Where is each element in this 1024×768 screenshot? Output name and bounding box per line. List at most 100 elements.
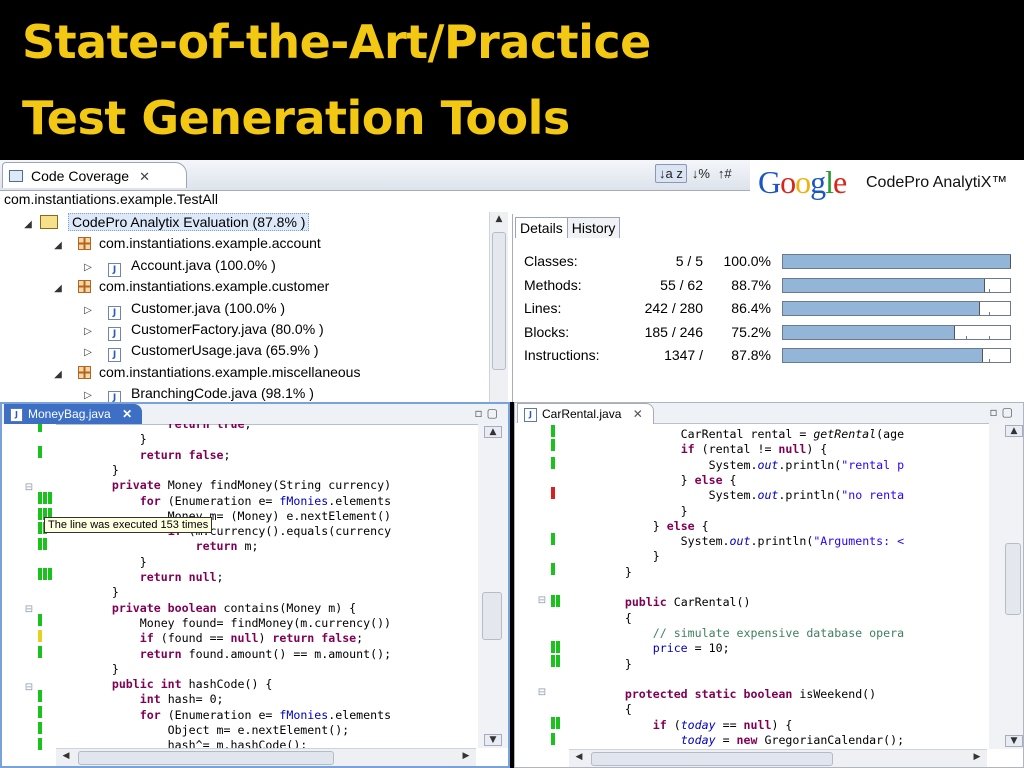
- tree-item[interactable]: ◢CodePro Analytix Evaluation (87.8% ): [22, 212, 309, 233]
- code-line: System.out.println("rental p: [569, 458, 904, 473]
- coverage-toolbar: ↓a z↓%↑#: [655, 164, 737, 183]
- tree-item[interactable]: ▷JAccount.java (100.0% ): [82, 255, 276, 276]
- sort-percent-button[interactable]: ↓%: [689, 165, 713, 182]
- metric-count: 5 / 5: [676, 250, 703, 273]
- metric-progress-bar: [782, 254, 1011, 269]
- fold-toggle-icon[interactable]: ⊟: [24, 482, 34, 493]
- coverage-marker: [38, 722, 42, 734]
- coverage-marker: [43, 568, 47, 580]
- execution-count-tooltip: The line was executed 153 times: [44, 517, 212, 533]
- tab-code-coverage[interactable]: Code Coverage✕: [2, 162, 187, 188]
- scroll-up-icon[interactable]: ▲: [484, 426, 502, 438]
- scroll-down-icon[interactable]: ▼: [1005, 735, 1023, 747]
- slide-title-line2: Test Generation Tools: [22, 80, 651, 156]
- expanded-twisty-icon[interactable]: ◢: [52, 278, 64, 299]
- fold-toggle-icon[interactable]: ⊟: [24, 604, 34, 615]
- fold-toggle-icon[interactable]: ⊟: [24, 682, 34, 693]
- tree-item[interactable]: ▷JCustomer.java (100.0% ): [82, 298, 285, 319]
- details-pane: DetailsHistory Classes:5 / 5100.0%Method…: [512, 214, 1024, 402]
- tree-item[interactable]: ◢com.instantiations.example.account: [52, 233, 321, 254]
- metric-progress-fill: [783, 349, 983, 362]
- code-line: CarRental rental = getRental(age: [569, 427, 904, 442]
- minimize-maximize-icons[interactable]: ▫▢: [475, 406, 502, 420]
- close-icon[interactable]: ✕: [139, 169, 150, 184]
- coverage-marker: [551, 655, 555, 667]
- code-line: }: [569, 504, 688, 519]
- metric-row: Classes: 5 / 5 100.0%: [513, 250, 1024, 273]
- coverage-gutter: ⊟ ⊟ ⊟: [2, 424, 56, 748]
- coverage-marker: [551, 457, 555, 469]
- tree-item[interactable]: ◢com.instantiations.example.miscellaneou…: [52, 362, 360, 383]
- code-line: return false;: [56, 448, 231, 463]
- branding: Google CodePro AnalytiX™: [750, 160, 1024, 208]
- scroll-right-icon[interactable]: ▶: [458, 751, 474, 761]
- code-line: }: [56, 555, 147, 570]
- editor-hscrollbar[interactable]: ◀ ▶: [56, 748, 476, 766]
- scroll-left-icon[interactable]: ◀: [571, 752, 587, 762]
- scroll-left-icon[interactable]: ◀: [58, 751, 74, 761]
- tree-scrollbar[interactable]: ▲: [489, 212, 508, 402]
- code-line: today = new GregorianCalendar();: [569, 733, 904, 748]
- tree-item[interactable]: ◢com.instantiations.example.customer: [52, 276, 329, 297]
- coverage-marker: [551, 487, 555, 499]
- coverage-marker: [38, 538, 42, 550]
- scroll-right-icon[interactable]: ▶: [969, 752, 985, 762]
- editor-scroll-thumb[interactable]: [1005, 543, 1021, 615]
- code-area[interactable]: CarRental rental = getRental(age if (ren…: [569, 423, 987, 749]
- slide-title-line1: State-of-the-Art/Practice: [22, 4, 651, 80]
- code-line: public CarRental(): [569, 595, 751, 610]
- code-line: {: [569, 702, 632, 717]
- editor-hscroll-thumb[interactable]: [78, 751, 334, 765]
- sort-count-button[interactable]: ↑#: [715, 165, 735, 182]
- editor-vscrollbar[interactable]: ▲ ▼: [478, 424, 508, 748]
- scroll-down-icon[interactable]: ▼: [484, 734, 502, 746]
- sort-alphabetical-button[interactable]: ↓a z: [655, 164, 687, 183]
- metric-row: Lines:242 / 28086.4%: [513, 297, 1024, 320]
- minimize-maximize-icons[interactable]: ▫▢: [990, 405, 1017, 419]
- expanded-twisty-icon[interactable]: ◢: [52, 235, 64, 256]
- editor-scroll-thumb[interactable]: [482, 592, 502, 640]
- editor-hscroll-thumb[interactable]: [591, 752, 833, 766]
- collapsed-twisty-icon[interactable]: ▷: [82, 342, 94, 363]
- editor-hscrollbar[interactable]: ◀ ▶: [569, 749, 987, 767]
- fold-toggle-icon[interactable]: ⊟: [537, 595, 547, 606]
- metric-percent: 87.8%: [731, 344, 771, 367]
- code-line: {: [569, 611, 632, 626]
- collapsed-twisty-icon[interactable]: ▷: [82, 257, 94, 278]
- close-icon[interactable]: ✕: [633, 407, 643, 421]
- metric-label: Classes:: [524, 250, 578, 273]
- scroll-up-icon[interactable]: ▲: [1005, 425, 1023, 437]
- code-line: return null;: [56, 570, 224, 585]
- coverage-marker: [43, 538, 47, 550]
- tab-details[interactable]: Details: [515, 217, 568, 238]
- java-file-icon: J: [524, 408, 537, 422]
- expanded-twisty-icon[interactable]: ◢: [52, 364, 64, 385]
- tree-scroll-thumb[interactable]: [492, 232, 506, 370]
- expanded-twisty-icon[interactable]: ◢: [22, 214, 34, 235]
- coverage-marker: [38, 690, 42, 702]
- editor-tab-label: MoneyBag.java: [28, 407, 111, 421]
- code-line: Object m= e.nextElement();: [56, 723, 349, 738]
- collapsed-twisty-icon[interactable]: ▷: [82, 385, 94, 402]
- tree-item[interactable]: ▷JCustomerFactory.java (80.0% ): [82, 319, 324, 340]
- tree-item[interactable]: ▷JCustomerUsage.java (65.9% ): [82, 340, 319, 361]
- editor-vscrollbar[interactable]: ▲ ▼: [989, 423, 1023, 749]
- package-icon: [78, 280, 91, 293]
- coverage-marker: [48, 568, 52, 580]
- fold-toggle-icon[interactable]: ⊟: [537, 687, 547, 698]
- tab-moneybag-java[interactable]: J MoneyBag.java ✕: [4, 404, 142, 424]
- metric-percent: 100.0%: [724, 250, 771, 273]
- code-line: // simulate expensive database opera: [569, 626, 904, 641]
- code-area[interactable]: return true; } return false; } private M…: [56, 424, 474, 748]
- scroll-up-icon[interactable]: ▲: [491, 214, 507, 224]
- collapsed-twisty-icon[interactable]: ▷: [82, 321, 94, 342]
- metric-label: Lines:: [524, 297, 561, 320]
- java-icon: J: [108, 348, 121, 362]
- tree-item[interactable]: ▷JBranchingCode.java (98.1% ): [82, 383, 314, 402]
- tab-history[interactable]: History: [567, 217, 621, 238]
- close-icon[interactable]: ✕: [122, 407, 132, 421]
- collapsed-twisty-icon[interactable]: ▷: [82, 300, 94, 321]
- metric-count: 242 / 280: [645, 297, 703, 320]
- coverage-marker: [551, 733, 555, 745]
- tab-carrental-java[interactable]: J CarRental.java ✕: [517, 403, 654, 424]
